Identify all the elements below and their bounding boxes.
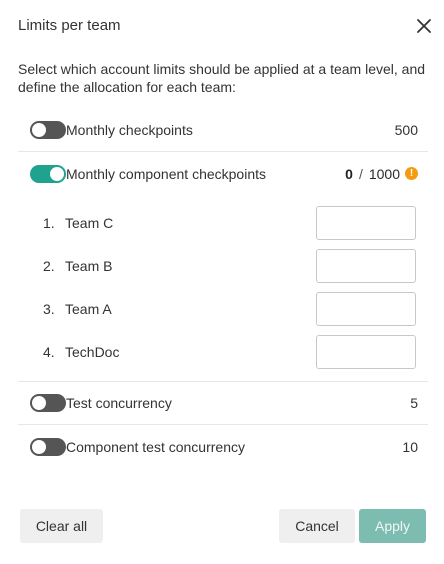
limit-value: 5 xyxy=(410,395,418,411)
team-index: 1. xyxy=(43,215,55,231)
component-test-concurrency-toggle[interactable] xyxy=(30,437,66,456)
monthly-checkpoints-toggle[interactable] xyxy=(30,121,66,139)
team-allocation-input[interactable] xyxy=(316,206,416,240)
dialog-header: Limits per team xyxy=(18,16,434,36)
team-name: Team B xyxy=(65,258,113,274)
limit-row-test-concurrency: Test concurrency 5 xyxy=(18,382,428,425)
team-name: Team C xyxy=(65,215,114,231)
toggle-knob xyxy=(50,166,64,181)
monthly-component-checkpoints-toggle[interactable] xyxy=(30,164,66,183)
clear-all-button[interactable]: Clear all xyxy=(20,509,103,543)
team-index: 3. xyxy=(43,301,55,317)
team-row: 3. Team A xyxy=(18,292,428,326)
toggle-knob xyxy=(32,123,46,137)
toggle-knob xyxy=(32,439,46,454)
toggle-knob xyxy=(32,396,46,410)
usage-separator: / xyxy=(358,165,363,182)
allocated-value: 0 xyxy=(345,165,353,182)
team-row: 4. TechDoc xyxy=(18,335,428,369)
team-index: 4. xyxy=(43,344,55,360)
limit-row-monthly-checkpoints: Monthly checkpoints 500 xyxy=(18,109,428,152)
team-name: TechDoc xyxy=(65,344,120,360)
test-concurrency-toggle[interactable] xyxy=(30,394,66,412)
dialog-title: Limits per team xyxy=(18,17,121,34)
dialog-footer: Clear all Cancel Apply xyxy=(20,509,426,543)
cancel-button[interactable]: Cancel xyxy=(279,509,355,543)
limit-label: Monthly checkpoints xyxy=(66,122,193,138)
limit-label: Component test concurrency xyxy=(66,438,245,455)
dialog-description: Select which account limits should be ap… xyxy=(18,61,426,95)
apply-button[interactable]: Apply xyxy=(359,509,426,543)
team-allocation-input[interactable] xyxy=(316,249,416,283)
allocation-usage: 0 / 1000 ! xyxy=(345,166,428,182)
team-allocation-input[interactable] xyxy=(316,335,416,369)
total-value: 1000 xyxy=(368,165,400,182)
limit-label: Test concurrency xyxy=(66,395,172,411)
limit-row-component-test-concurrency: Component test concurrency 10 xyxy=(18,425,428,468)
limit-value: 500 xyxy=(394,122,418,138)
limit-value: 10 xyxy=(402,438,418,455)
team-allocation-input[interactable] xyxy=(316,292,416,326)
team-index: 2. xyxy=(43,258,55,274)
team-name: Team A xyxy=(65,301,112,317)
close-icon[interactable] xyxy=(414,16,434,36)
limit-row-monthly-component-checkpoints: Monthly component checkpoints 0 / 1000 ! xyxy=(18,152,428,195)
warning-icon: ! xyxy=(405,167,418,180)
team-row: 1. Team C xyxy=(18,206,428,240)
limit-label: Monthly component checkpoints xyxy=(66,165,266,182)
team-row: 2. Team B xyxy=(18,249,428,283)
